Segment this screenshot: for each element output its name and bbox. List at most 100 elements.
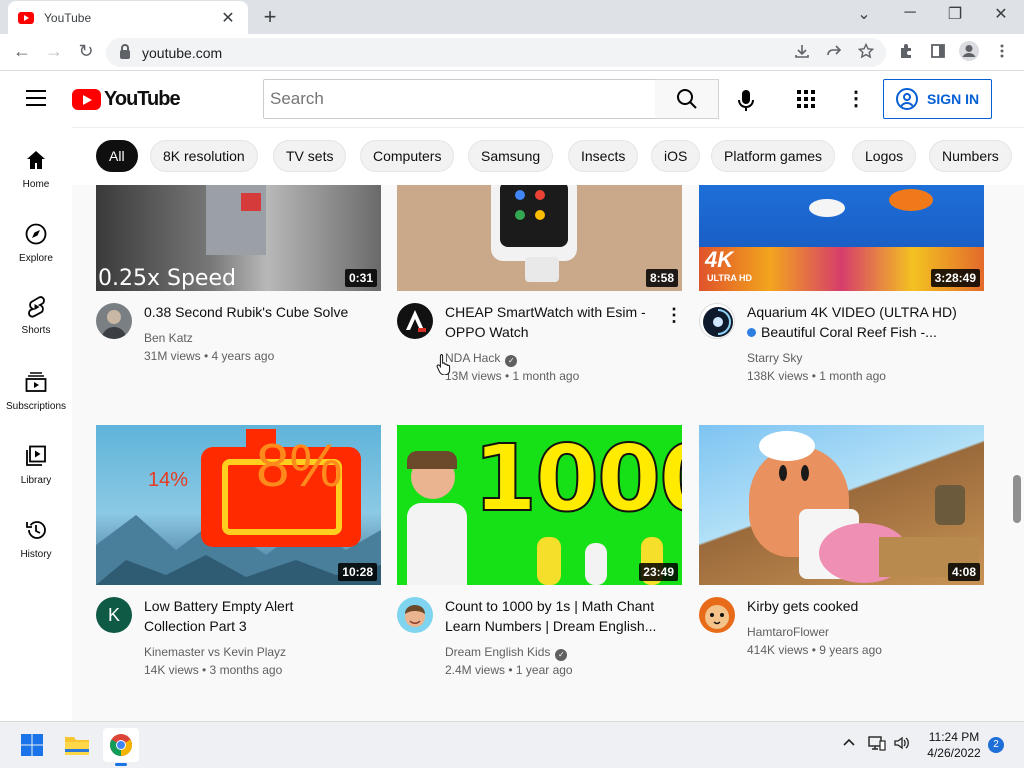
duration-badge: 3:28:49 xyxy=(930,269,980,287)
back-button[interactable]: ← xyxy=(10,41,34,62)
profile-icon[interactable] xyxy=(958,40,979,67)
network-icon[interactable] xyxy=(868,735,886,755)
guide-item-subscriptions[interactable]: Subscriptions xyxy=(0,363,72,437)
guide-item-shorts[interactable]: Shorts xyxy=(0,289,72,363)
channel-name[interactable]: HamtaroFlower xyxy=(747,625,829,639)
address-bar[interactable]: youtube.com xyxy=(106,38,886,67)
sidepanel-icon[interactable] xyxy=(928,43,948,64)
tab-close-icon[interactable]: ✕ xyxy=(218,8,238,28)
home-icon xyxy=(0,141,72,171)
chip-bar: All 8K resolution TV sets Computers Sams… xyxy=(72,127,1024,185)
chip-tv-sets[interactable]: TV sets xyxy=(273,140,347,172)
chip-insects[interactable]: Insects xyxy=(568,140,639,172)
channel-name[interactable]: Dream English Kids ✓ xyxy=(445,645,568,661)
video-title[interactable]: Aquarium 4K VIDEO (ULTRA HD) Beautiful Co… xyxy=(747,302,957,342)
windows-taskbar: 11:24 PM 4/26/2022 2 xyxy=(0,721,1024,768)
chip-8k-resolution[interactable]: 8K resolution xyxy=(150,140,258,172)
channel-avatar[interactable] xyxy=(699,303,735,339)
settings-more-icon[interactable]: ⋮ xyxy=(846,87,866,111)
video-thumbnail[interactable]: 8:58 xyxy=(397,185,682,291)
tab-search-icon[interactable]: ⌄ xyxy=(852,4,876,24)
sign-in-button[interactable]: SIGN IN xyxy=(883,79,992,119)
reload-button[interactable]: ↻ xyxy=(74,41,98,62)
tray-overflow-icon[interactable] xyxy=(842,735,856,753)
download-icon[interactable] xyxy=(792,43,812,64)
video-title[interactable]: Count to 1000 by 1s | Math Chant Learn Nu… xyxy=(445,596,675,636)
guide-item-library[interactable]: Library xyxy=(0,437,72,511)
video-thumbnail[interactable]: 1000 23:49 xyxy=(397,425,682,585)
windows-start-icon[interactable] xyxy=(14,728,50,762)
chrome-menu-icon[interactable] xyxy=(992,43,1012,64)
channel-name[interactable]: Kinemaster vs Kevin Playz xyxy=(144,645,286,659)
chip-ios[interactable]: iOS xyxy=(651,140,701,172)
video-thumbnail[interactable]: 4K ULTRA HD 3:28:49 xyxy=(699,185,984,291)
chip-computers[interactable]: Computers xyxy=(360,140,455,172)
chip-logos[interactable]: Logos xyxy=(852,140,917,172)
file-explorer-icon[interactable] xyxy=(59,728,95,762)
video-thumbnail[interactable]: 0.25x Speed 0:31 xyxy=(96,185,381,291)
clock-date: 4/26/2022 xyxy=(927,746,981,760)
video-title[interactable]: 0.38 Second Rubik's Cube Solve xyxy=(144,302,354,322)
video-menu-icon[interactable]: ⋮ xyxy=(664,303,684,327)
extensions-icon[interactable] xyxy=(896,43,916,64)
video-title[interactable]: CHEAP SmartWatch with Esim - OPPO Watch xyxy=(445,302,655,342)
chrome-taskbar-icon[interactable] xyxy=(103,728,139,766)
video-thumbnail[interactable]: 14% 8% 10:28 xyxy=(96,425,381,585)
bookmark-star-icon[interactable] xyxy=(856,42,876,64)
search-input[interactable] xyxy=(270,80,655,118)
blue-dot-icon xyxy=(747,328,756,337)
new-tab-button[interactable]: + xyxy=(258,4,282,30)
minimize-button[interactable]: ─ xyxy=(898,4,922,22)
guide-label: History xyxy=(20,549,52,560)
search-button[interactable] xyxy=(655,79,719,119)
taskbar-clock[interactable]: 11:24 PM 4/26/2022 xyxy=(918,729,990,761)
guide-item-home[interactable]: Home xyxy=(0,141,72,215)
channel-name[interactable]: NDA Hack ✓ xyxy=(445,351,518,367)
youtube-apps-icon[interactable] xyxy=(796,89,818,111)
channel-avatar[interactable]: K xyxy=(96,597,132,633)
channel-avatar[interactable] xyxy=(397,597,433,633)
subscriptions-icon xyxy=(0,363,72,393)
video-title[interactable]: Kirby gets cooked xyxy=(747,596,957,616)
youtube-logo-icon xyxy=(72,89,101,110)
channel-avatar[interactable] xyxy=(96,303,132,339)
notification-badge[interactable]: 2 xyxy=(988,737,1004,753)
chip-platform-games[interactable]: Platform games xyxy=(711,140,836,172)
guide-label: Shorts xyxy=(21,325,51,336)
chip-samsung[interactable]: Samsung xyxy=(468,140,554,172)
channel-avatar[interactable] xyxy=(397,303,433,339)
guide-item-explore[interactable]: Explore xyxy=(0,215,72,289)
thumbnail-caption: 1000 xyxy=(472,425,682,532)
voice-search-button[interactable] xyxy=(732,87,760,115)
video-meta: 31M views • 4 years ago xyxy=(144,349,275,363)
thumbnail-subcaption: 8% xyxy=(256,432,343,499)
browser-tab-youtube[interactable]: YouTube ✕ xyxy=(8,1,248,34)
restore-button[interactable]: ❐ xyxy=(943,4,967,24)
duration-badge: 0:31 xyxy=(344,269,377,287)
guide-menu-icon[interactable] xyxy=(26,90,46,106)
guide-label: Home xyxy=(22,179,50,190)
channel-avatar[interactable] xyxy=(699,597,735,633)
video-meta: 14K views • 3 months ago xyxy=(144,663,283,677)
share-icon[interactable] xyxy=(824,43,844,64)
thumbnail-caption: 4K xyxy=(705,247,734,272)
video-thumbnail[interactable]: 4:08 xyxy=(699,425,984,585)
page-scrollbar[interactable] xyxy=(1012,185,1024,721)
duration-badge: 23:49 xyxy=(639,563,678,581)
chip-all[interactable]: All xyxy=(96,140,138,172)
forward-button[interactable]: → xyxy=(42,41,66,62)
tab-title: YouTube xyxy=(44,10,92,25)
close-window-button[interactable]: ✕ xyxy=(989,4,1013,24)
channel-name[interactable]: Ben Katz xyxy=(144,331,193,345)
channel-name[interactable]: Starry Sky xyxy=(747,351,802,365)
guide-item-history[interactable]: History xyxy=(0,511,72,585)
volume-icon[interactable] xyxy=(893,735,911,755)
thumbnail-subcaption: ULTRA HD xyxy=(707,273,752,283)
video-meta: 2.4M views • 1 year ago xyxy=(445,663,573,677)
scrollbar-thumb[interactable] xyxy=(1013,475,1021,523)
history-icon xyxy=(0,511,72,541)
search-field[interactable] xyxy=(263,79,656,119)
video-title[interactable]: Low Battery Empty Alert Collection Part 3 xyxy=(144,596,354,636)
chip-numbers[interactable]: Numbers xyxy=(929,140,1012,172)
youtube-logo[interactable]: YouTube xyxy=(72,88,181,111)
